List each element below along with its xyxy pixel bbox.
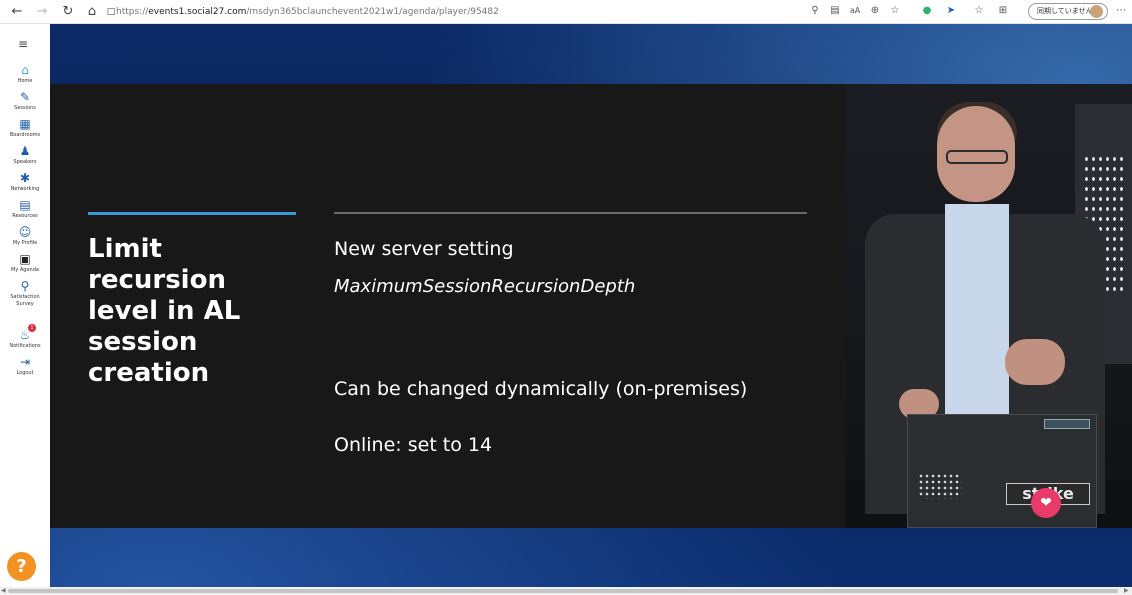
home-icon: ⌂ <box>21 63 29 77</box>
speaker-glasses <box>946 150 1008 164</box>
speaker-shirt <box>945 204 1009 424</box>
sidebar-item-satisfaction-survey[interactable]: ⚲ Satisfaction Survey <box>2 280 48 308</box>
help-button[interactable]: ? <box>7 552 36 581</box>
speaker-icon: ♟ <box>19 144 31 158</box>
boardroom-icon: ▦ <box>19 117 31 131</box>
speaker-hand <box>1005 339 1065 385</box>
slide-accent-line <box>88 212 296 215</box>
collections-icon[interactable]: ☆ <box>888 4 902 18</box>
slide-bullet: New server setting <box>334 238 514 260</box>
sync-label: 同期していません <box>1037 7 1093 15</box>
home-icon[interactable]: ⌂ <box>83 3 101 21</box>
scroll-left-icon[interactable]: ◀ <box>1 587 7 595</box>
reader-icon[interactable]: ▤ <box>828 4 842 18</box>
sidebar-item-home[interactable]: ⌂ Home <box>2 64 48 85</box>
sidebar-item-boardrooms[interactable]: ▦ Boardrooms <box>2 118 48 139</box>
avatar <box>1090 5 1103 18</box>
help-label: ? <box>16 556 27 577</box>
survey-icon: ⚲ <box>20 279 30 293</box>
text-size-icon[interactable]: aA <box>848 4 862 18</box>
speaker-video: strike <box>845 84 1132 528</box>
sidebar-item-label: Networking <box>10 186 40 192</box>
sidebar-item-label: My Agenda <box>11 267 39 273</box>
sidebar: ≡ ⌂ Home ✎ Sessions ▦ Boardrooms ♟ Speak… <box>0 24 50 587</box>
address-bar[interactable]: https://events1.social27.com/msdyn365bcl… <box>116 3 796 21</box>
slide-title: Limit recursion level in AL session crea… <box>88 234 241 388</box>
slide-divider <box>334 212 807 214</box>
notification-badge: 1 <box>28 324 36 332</box>
sidebar-item-logout[interactable]: ⇥ Logout <box>2 356 48 377</box>
browser-toolbar: ← → ↻ ⌂ □ https://events1.social27.com/m… <box>0 0 1132 24</box>
sidebar-item-my-profile[interactable]: ☺ My Profile <box>2 226 48 247</box>
sidebar-item-label: Notifications <box>9 343 41 349</box>
sidebar-item-resources[interactable]: ▤ Resources <box>2 199 48 220</box>
sidebar-item-label: Satisfaction Survey <box>10 294 40 307</box>
sidebar-item-label: Resources <box>12 213 38 219</box>
sidebar-item-speakers[interactable]: ♟ Speakers <box>2 145 48 166</box>
refresh-icon[interactable]: ↻ <box>59 3 77 21</box>
favorites-icon[interactable]: ☆ <box>972 4 986 18</box>
sidebar-item-label: Boardrooms <box>9 132 41 138</box>
sidebar-item-networking[interactable]: ✱ Networking <box>2 172 48 193</box>
laptop-logo <box>918 473 962 499</box>
horizontal-scrollbar[interactable]: ◀ ▶ <box>0 587 1132 595</box>
extension-icon[interactable]: ● <box>920 4 934 18</box>
laptop: strike <box>907 414 1097 528</box>
collections-icon[interactable]: ⊞ <box>996 4 1010 18</box>
sidebar-item-sessions[interactable]: ✎ Sessions <box>2 91 48 112</box>
laptop-badge <box>1044 419 1090 429</box>
like-button[interactable]: ❤ <box>1031 488 1061 518</box>
profile-icon: ☺ <box>18 225 32 239</box>
url-path: /msdyn365bclaunchevent2021w1/agenda/play… <box>246 7 499 17</box>
sidebar-item-my-agenda[interactable]: ▣ My Agenda <box>2 253 48 274</box>
more-icon[interactable]: ⋯ <box>1114 4 1128 18</box>
logout-icon: ⇥ <box>19 355 31 369</box>
url-host: events1.social27.com <box>148 7 247 17</box>
sidebar-item-label: My Profile <box>12 240 38 246</box>
networking-icon: ✱ <box>19 171 31 185</box>
url-prefix: https:// <box>116 7 149 17</box>
profile-sync-button[interactable]: 同期していません <box>1028 3 1108 20</box>
slide-bullet: Online: set to 14 <box>334 434 493 456</box>
scroll-right-icon[interactable]: ▶ <box>1124 587 1130 595</box>
sidebar-item-label: Logout <box>16 370 34 376</box>
sidebar-item-label: Speakers <box>13 159 37 165</box>
sidebar-item-label: Home <box>17 78 33 84</box>
sidebar-item-notifications[interactable]: ♨ Notifications <box>2 329 48 350</box>
calendar-icon: ▣ <box>19 252 31 266</box>
sidebar-item-label: Sessions <box>14 105 36 111</box>
hamburger-menu-icon[interactable]: ≡ <box>16 38 30 50</box>
resources-icon: ▤ <box>19 198 31 212</box>
slide-bullet: MaximumSessionRecursionDepth <box>334 276 636 297</box>
slide-bullet: Can be changed dynamically (on-premises) <box>334 378 748 400</box>
extension-icon[interactable]: ➤ <box>944 4 958 18</box>
search-icon[interactable]: ⚲ <box>808 4 822 18</box>
video-player[interactable]: Limit recursion level in AL session crea… <box>50 24 1132 587</box>
thumbs-up-icon: ❤ <box>1040 495 1052 511</box>
back-icon[interactable]: ← <box>8 3 26 21</box>
zoom-icon[interactable]: ⊕ <box>868 4 882 18</box>
presentation-slide: Limit recursion level in AL session crea… <box>50 84 845 528</box>
scrollbar-thumb[interactable] <box>8 589 1118 593</box>
forward-icon[interactable]: → <box>33 3 51 21</box>
pencil-icon: ✎ <box>19 90 31 104</box>
